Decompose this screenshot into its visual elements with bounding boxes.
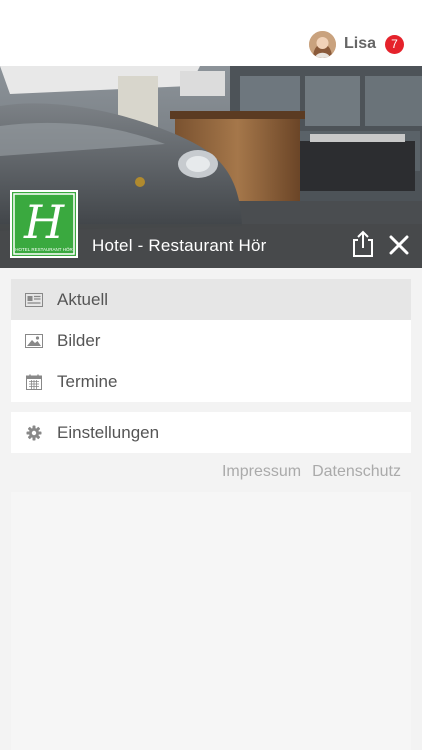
main-menu: Aktuell Bilder Termine [11,279,411,402]
gear-icon [25,425,43,441]
logo-caption: HOTEL RESTAURANT HÖR [15,246,73,252]
notification-badge[interactable]: 7 [385,34,404,54]
close-button[interactable] [388,234,410,256]
impressum-link[interactable]: Impressum [222,463,301,481]
settings-menu: Einstellungen [11,412,411,453]
menu-item-label: Bilder [57,330,101,350]
content-area [11,492,411,750]
menu-item-bilder[interactable]: Bilder [11,320,411,361]
menu-item-label: Einstellungen [57,422,160,442]
menu-item-label: Termine [57,371,118,391]
newspaper-icon [25,292,43,308]
user-menu[interactable]: Lisa 7 [308,30,404,58]
footer-links: Impressum Datenschutz [222,463,401,481]
close-icon [389,235,409,255]
menu-item-label: Aktuell [57,289,109,309]
avatar[interactable] [308,30,336,58]
hotel-logo: H HOTEL RESTAURANT HÖR [10,190,78,258]
hotel-title: Hotel - Restaurant Hör [92,236,267,255]
logo-letter: H [23,195,65,249]
user-name[interactable]: Lisa [344,35,376,53]
menu-item-einstellungen[interactable]: Einstellungen [11,412,411,453]
datenschutz-link[interactable]: Datenschutz [312,463,401,481]
image-icon [25,333,43,349]
menu-item-aktuell[interactable]: Aktuell [11,279,411,320]
share-button[interactable] [350,230,376,258]
share-icon [353,230,373,257]
calendar-icon [25,374,43,390]
menu-item-termine[interactable]: Termine [11,361,411,402]
top-bar: Lisa 7 [0,0,422,66]
